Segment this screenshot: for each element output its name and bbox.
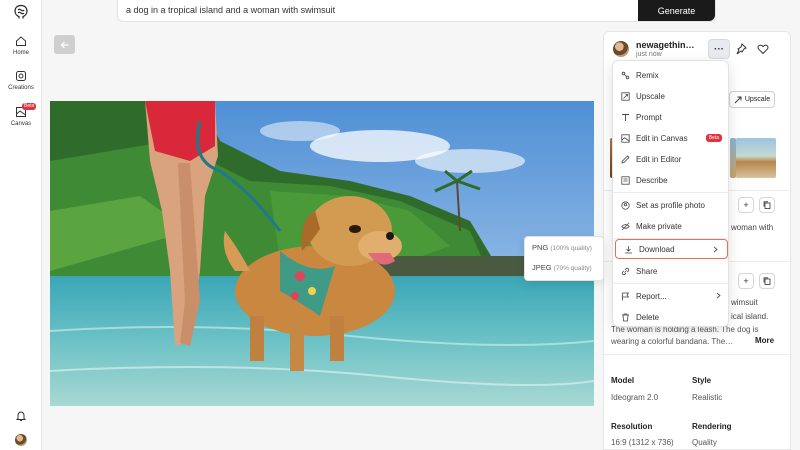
sidebar-item-creations[interactable]: Creations (0, 70, 42, 91)
style-label: Style (692, 376, 712, 385)
menu-item-report[interactable]: Report... (613, 286, 730, 306)
menu-item-label: Describe (636, 175, 668, 185)
beta-badge: Beta (705, 134, 722, 142)
menu-item-share[interactable]: Share (613, 261, 730, 281)
left-sidebar: Home Creations Beta Canvas (0, 0, 42, 450)
download-icon (625, 245, 632, 253)
menu-item-label: Prompt (636, 112, 662, 122)
profile-icon (621, 200, 630, 210)
menu-item-download[interactable]: Download (615, 239, 728, 259)
download-jpeg-option[interactable]: JPEG (70% quality) (532, 263, 592, 272)
model-value: Ideogram 2.0 (611, 393, 659, 402)
heart-icon[interactable] (757, 43, 769, 55)
upscale-icon (734, 96, 742, 103)
download-png-option[interactable]: PNG (100% quality) (532, 243, 592, 252)
menu-item-edit-in-canvas[interactable]: Edit in Canvas Beta (613, 128, 730, 148)
menu-item-prompt[interactable]: Prompt (613, 107, 730, 127)
generate-button[interactable]: Generate (638, 0, 715, 21)
bell-icon[interactable] (15, 410, 27, 422)
menu-separator (613, 192, 730, 193)
quality-label: (70% quality) (553, 265, 592, 272)
menu-item-label: Delete (636, 312, 660, 322)
upscale-label: Upscale (744, 96, 771, 103)
menu-item-label: Download (639, 244, 675, 254)
chevron-right-icon (716, 292, 721, 299)
pin-icon[interactable] (735, 43, 747, 55)
menu-item-upscale[interactable]: Upscale (613, 86, 730, 106)
menu-item-label: Remix (636, 70, 659, 80)
menu-item-label: Upscale (636, 91, 665, 101)
user-avatar[interactable] (15, 434, 27, 446)
menu-item-delete[interactable]: Delete (613, 307, 730, 327)
menu-item-make-private[interactable]: Make private (613, 216, 730, 236)
beta-badge: Beta (22, 103, 37, 110)
copy-button[interactable] (759, 197, 775, 213)
menu-separator (613, 283, 730, 284)
quality-label: (100% quality) (550, 245, 592, 252)
menu-item-label: Report... (636, 291, 667, 301)
link-icon (621, 267, 630, 275)
post-timestamp: just now (636, 51, 662, 58)
sidebar-item-canvas[interactable]: Beta Canvas (0, 103, 42, 127)
canvas-edit-icon (621, 133, 630, 143)
format-label: PNG (532, 243, 549, 252)
add-button[interactable]: + (738, 197, 754, 213)
eye-off-icon (621, 222, 630, 230)
rendering-value: Quality (692, 438, 717, 447)
more-link[interactable]: More (755, 336, 774, 345)
resolution-label: Resolution (611, 422, 653, 431)
menu-item-edit-in-editor[interactable]: Edit in Editor (613, 149, 730, 169)
description-fragment: wimsuit (731, 298, 758, 307)
resolution-value: 16:9 (1312 x 736) (611, 438, 674, 447)
menu-item-label: Share (636, 266, 658, 276)
sidebar-item-label: Creations (8, 85, 34, 91)
model-label: Model (611, 376, 635, 385)
more-options-menu: Remix Upscale Prompt Edit in Canvas Beta… (612, 60, 730, 327)
prompt-icon (622, 113, 629, 121)
trash-icon (622, 313, 629, 321)
describe-icon (621, 175, 630, 185)
arrow-left-icon (60, 41, 68, 48)
generated-image[interactable] (50, 101, 594, 406)
prompt-input[interactable]: a dog in a tropical island and a woman w… (126, 5, 335, 15)
author-avatar[interactable] (613, 41, 629, 57)
back-button[interactable] (54, 35, 75, 54)
menu-item-describe[interactable]: Describe (613, 170, 730, 190)
upscale-button[interactable]: Upscale (729, 91, 775, 108)
rendering-label: Rendering (692, 422, 732, 431)
chevron-right-icon (713, 246, 718, 253)
prompt-bar: a dog in a tropical island and a woman w… (117, 0, 716, 22)
flag-icon (622, 292, 630, 300)
sidebar-item-label: Canvas (10, 121, 32, 127)
menu-item-set-profile-photo[interactable]: Set as profile photo (613, 195, 730, 215)
format-label: JPEG (532, 263, 552, 272)
author-username[interactable]: newagethin… (636, 40, 695, 50)
copy-icon (763, 277, 771, 285)
home-icon (16, 36, 26, 46)
add-button[interactable]: + (738, 273, 754, 289)
menu-item-label: Make private (636, 221, 682, 231)
generated-image-art (50, 101, 594, 406)
panel-divider (604, 354, 792, 355)
sidebar-item-label: Home (12, 50, 29, 56)
upscale-icon (621, 91, 630, 101)
menu-item-label: Set as profile photo (636, 200, 705, 210)
creations-icon (16, 71, 26, 81)
pencil-icon (621, 154, 630, 164)
menu-item-label: Edit in Editor (636, 154, 682, 164)
sidebar-item-home[interactable]: Home (0, 35, 42, 56)
copy-button[interactable] (759, 273, 775, 289)
more-options-button[interactable]: ··· (708, 39, 730, 59)
download-submenu: PNG (100% quality) JPEG (70% quality) (524, 236, 604, 281)
variation-thumbnail[interactable] (736, 138, 776, 178)
menu-item-label: Edit in Canvas (636, 133, 688, 143)
style-value: Realistic (692, 393, 723, 402)
description-fragment: ical island. (731, 312, 769, 321)
copy-icon (763, 201, 771, 209)
menu-item-remix[interactable]: Remix (613, 65, 730, 85)
app-logo-icon[interactable] (13, 4, 29, 20)
remix-icon (621, 71, 630, 79)
prompt-fragment: woman with (731, 223, 774, 232)
